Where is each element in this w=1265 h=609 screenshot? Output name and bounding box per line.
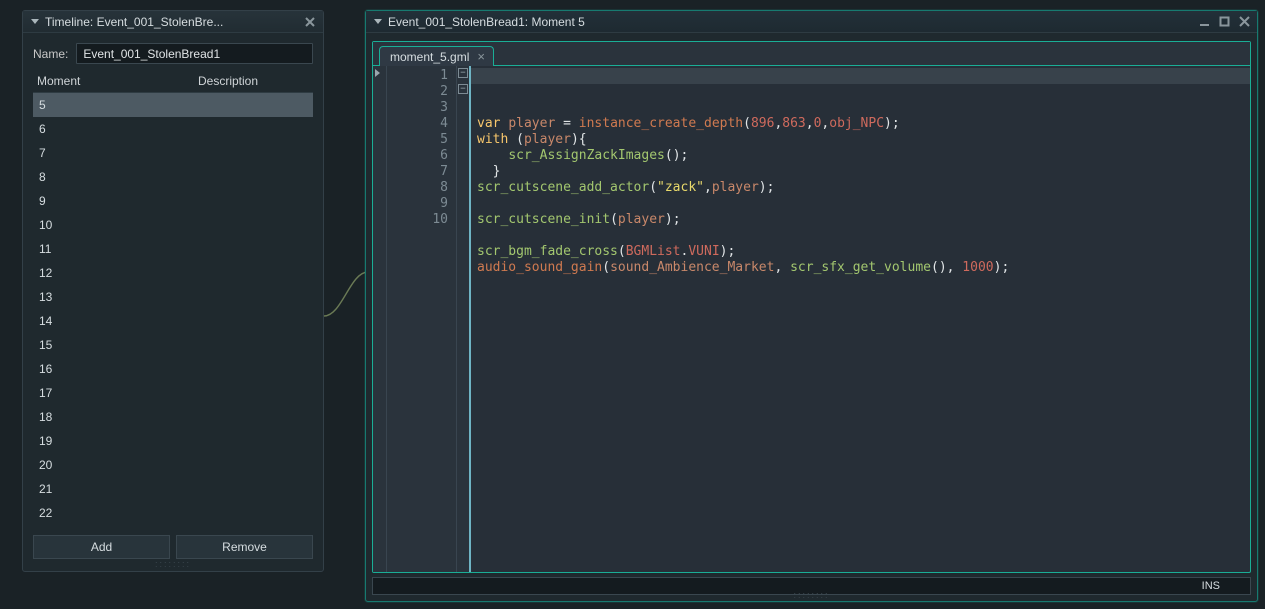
moment-row[interactable]: 6: [33, 117, 313, 141]
drag-handle-icon[interactable]: ::::::::: [793, 590, 829, 600]
timeline-buttons: Add Remove: [33, 535, 313, 559]
line-number[interactable]: 2: [387, 84, 448, 100]
code-editor[interactable]: var player = instance_create_depth(896,8…: [471, 66, 1250, 572]
moments-list[interactable]: 5678910111213141516171819202122: [33, 92, 313, 519]
code-line[interactable]: scr_cutscene_add_actor("zack",player);: [477, 180, 1250, 196]
code-titlebar[interactable]: Event_001_StolenBread1: Moment 5: [366, 11, 1257, 33]
moment-row[interactable]: 19: [33, 429, 313, 453]
timeline-title: Timeline: Event_001_StolenBre...: [45, 15, 303, 29]
drag-handle-icon[interactable]: ::::::::: [155, 559, 191, 569]
line-number[interactable]: 4: [387, 116, 448, 132]
line-number[interactable]: 5: [387, 132, 448, 148]
collapse-icon[interactable]: [31, 19, 39, 24]
moment-row[interactable]: 8: [33, 165, 313, 189]
line-number[interactable]: 6: [387, 148, 448, 164]
fold-icon[interactable]: −: [458, 68, 468, 78]
moment-row[interactable]: 9: [33, 189, 313, 213]
insert-mode: INS: [1202, 580, 1220, 592]
moment-row[interactable]: 22: [33, 501, 313, 519]
col-description[interactable]: Description: [143, 74, 313, 88]
moment-row[interactable]: 14: [33, 309, 313, 333]
code-line[interactable]: scr_cutscene_init(player);: [477, 212, 1250, 228]
moment-row[interactable]: 18: [33, 405, 313, 429]
code-line[interactable]: audio_sound_gain(sound_Ambience_Market, …: [477, 260, 1250, 276]
remove-button[interactable]: Remove: [176, 535, 313, 559]
tab-moment-5[interactable]: moment_5.gml ×: [379, 46, 494, 66]
code-line[interactable]: [477, 228, 1250, 244]
moments-header: Moment Description: [23, 72, 323, 92]
line-number[interactable]: 7: [387, 164, 448, 180]
moment-row[interactable]: 17: [33, 381, 313, 405]
connector-line: [322, 268, 370, 318]
moment-row[interactable]: 12: [33, 261, 313, 285]
minimize-icon[interactable]: [1197, 15, 1211, 29]
name-input[interactable]: [76, 43, 313, 64]
close-icon[interactable]: [1237, 15, 1251, 29]
maximize-icon[interactable]: [1217, 15, 1231, 29]
code-title: Event_001_StolenBread1: Moment 5: [388, 15, 1197, 29]
code-line[interactable]: var player = instance_create_depth(896,8…: [477, 116, 1250, 132]
code-line[interactable]: with (player){: [477, 132, 1250, 148]
moment-row[interactable]: 16: [33, 357, 313, 381]
tab-strip: moment_5.gml ×: [373, 42, 1250, 66]
code-line[interactable]: scr_AssignZackImages();: [477, 148, 1250, 164]
line-gutter[interactable]: 12345678910: [387, 66, 457, 572]
code-line[interactable]: }: [477, 164, 1250, 180]
add-button[interactable]: Add: [33, 535, 170, 559]
moment-row[interactable]: 20: [33, 453, 313, 477]
moment-row[interactable]: 5: [33, 93, 313, 117]
col-moment[interactable]: Moment: [33, 74, 143, 88]
timeline-panel: Timeline: Event_001_StolenBre... Name: M…: [22, 10, 324, 572]
code-line[interactable]: [477, 196, 1250, 212]
moment-row[interactable]: 13: [33, 285, 313, 309]
code-editor-frame: moment_5.gml × 12345678910 − − var playe…: [372, 41, 1251, 573]
current-line-highlight: [471, 68, 1250, 84]
line-number[interactable]: 8: [387, 180, 448, 196]
fold-strip[interactable]: − −: [457, 66, 471, 572]
code-panel: Event_001_StolenBread1: Moment 5 moment_…: [365, 10, 1258, 602]
line-number[interactable]: 3: [387, 100, 448, 116]
breakpoint-strip[interactable]: [373, 66, 387, 572]
line-number[interactable]: 9: [387, 196, 448, 212]
code-line[interactable]: scr_bgm_fade_cross(BGMList.VUNI);: [477, 244, 1250, 260]
timeline-titlebar[interactable]: Timeline: Event_001_StolenBre...: [23, 11, 323, 33]
name-row: Name:: [23, 33, 323, 72]
collapse-icon[interactable]: [374, 19, 382, 24]
tab-label: moment_5.gml: [390, 50, 469, 64]
fold-icon[interactable]: −: [458, 84, 468, 94]
line-number[interactable]: 1: [387, 68, 448, 84]
moment-row[interactable]: 21: [33, 477, 313, 501]
moment-row[interactable]: 15: [33, 333, 313, 357]
code-body: 12345678910 − − var player = instance_cr…: [373, 66, 1250, 572]
tab-close-icon[interactable]: ×: [477, 50, 485, 63]
moment-row[interactable]: 7: [33, 141, 313, 165]
moment-row[interactable]: 10: [33, 213, 313, 237]
moment-row[interactable]: 11: [33, 237, 313, 261]
close-icon[interactable]: [303, 15, 317, 29]
name-label: Name:: [33, 47, 68, 61]
line-number[interactable]: 10: [387, 212, 448, 228]
current-line-icon: [375, 69, 380, 77]
